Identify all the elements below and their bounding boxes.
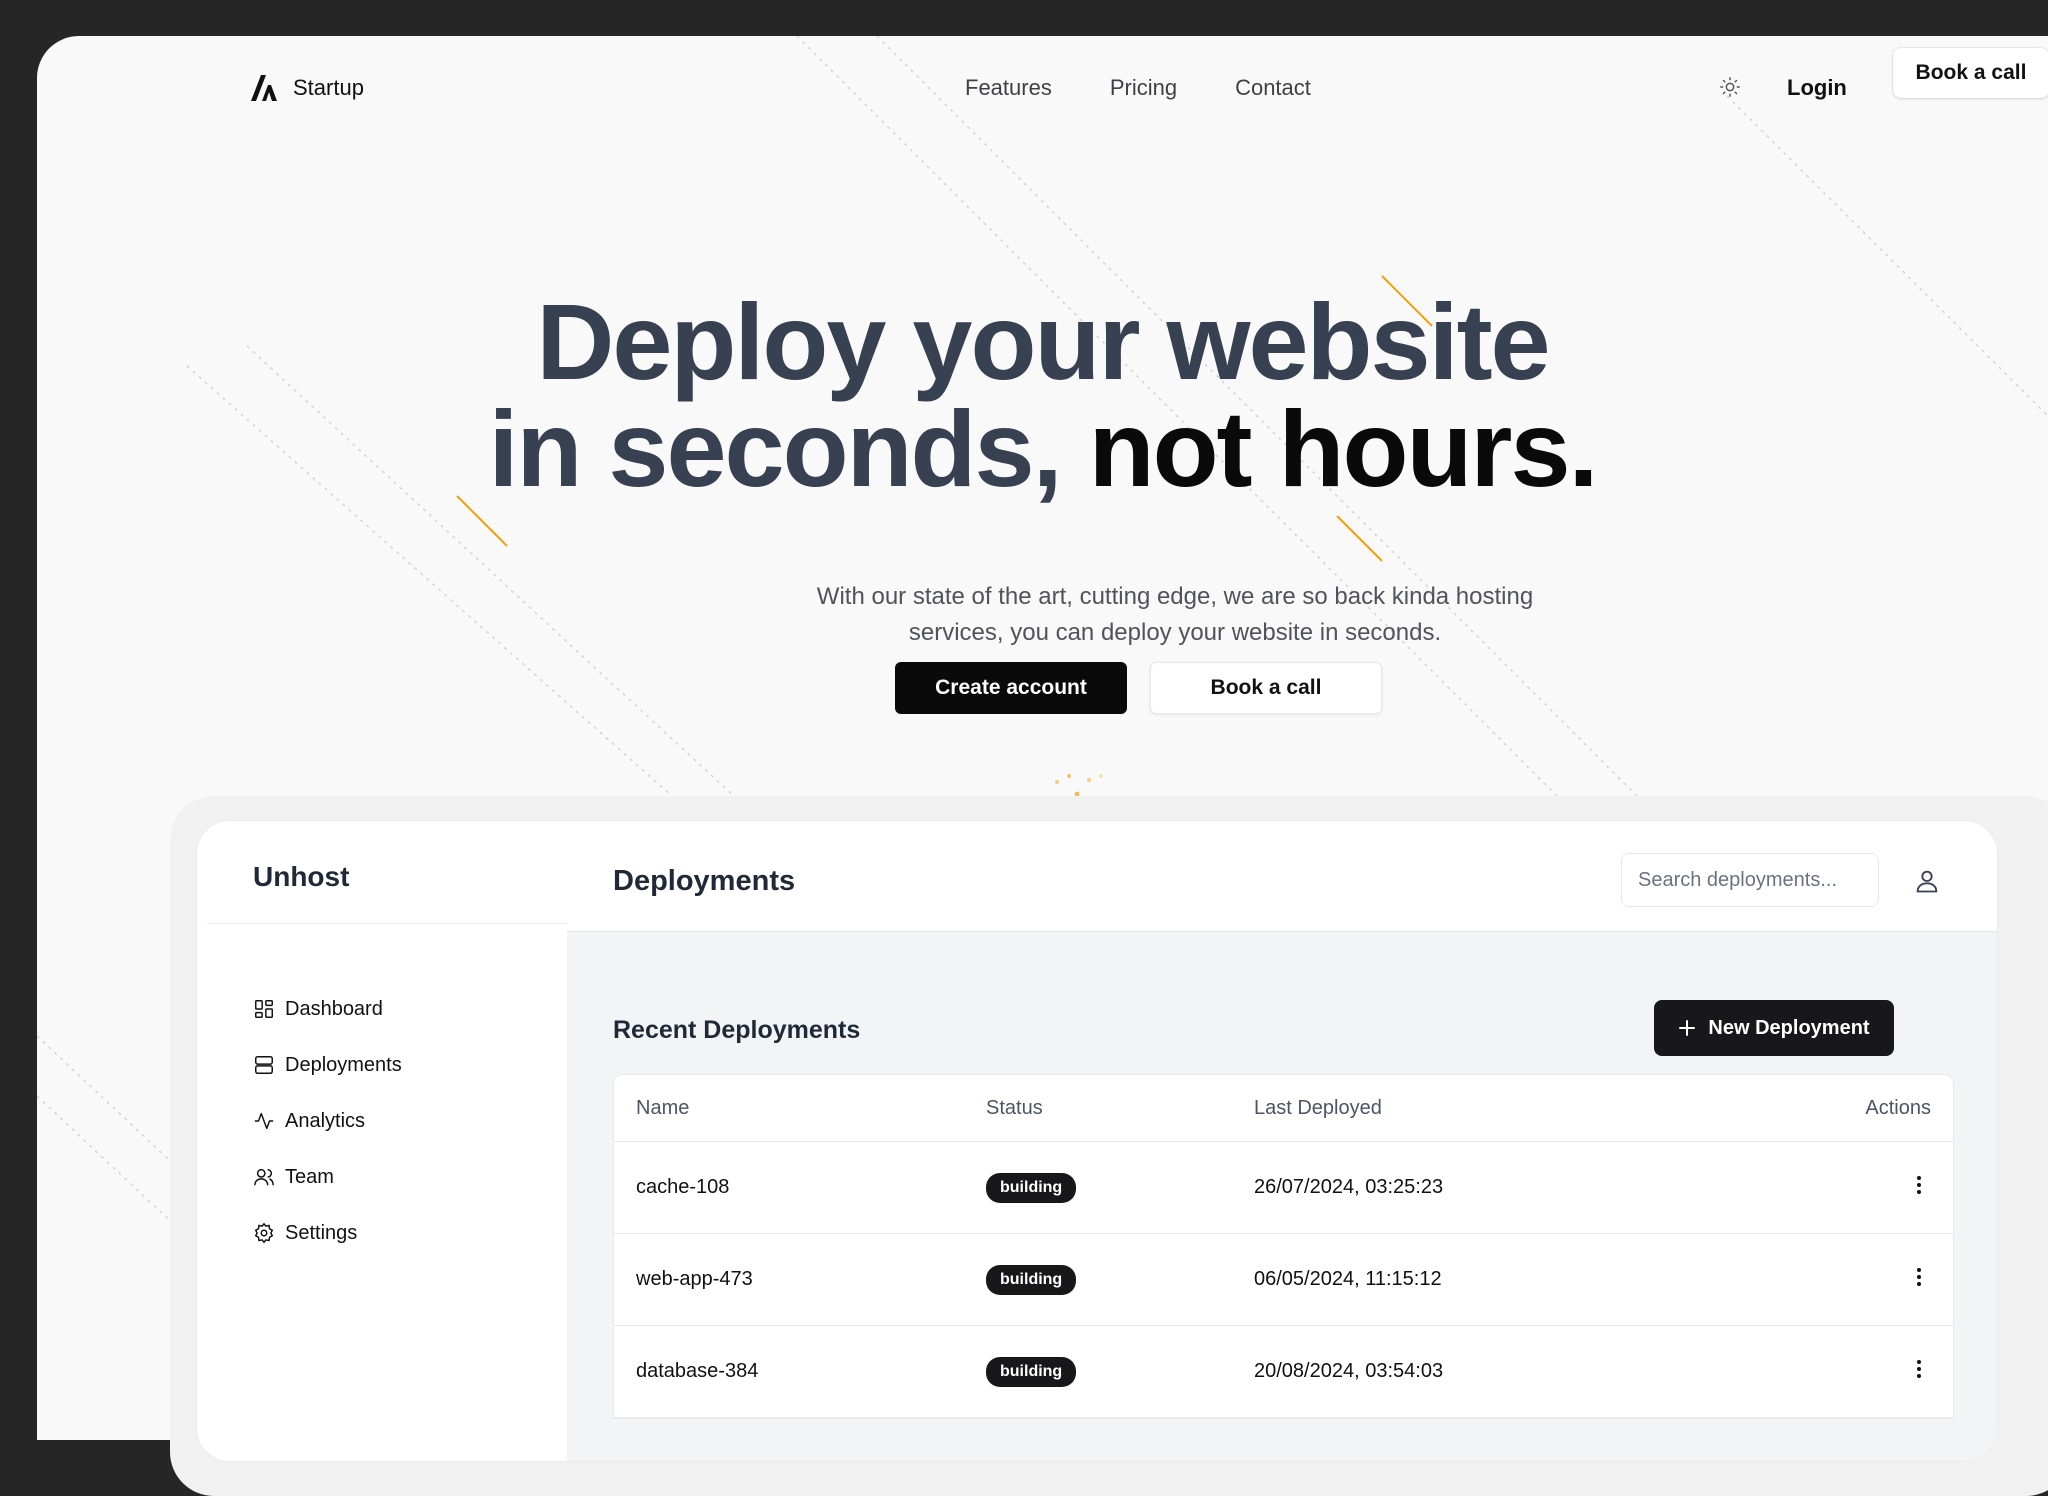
column-header-name: Name — [636, 1096, 690, 1119]
more-vertical-icon[interactable] — [1907, 1357, 1931, 1381]
deployment-date: 26/07/2024, 03:25:23 — [1254, 1176, 1444, 1198]
deployment-date: 06/05/2024, 11:15:12 — [1254, 1268, 1442, 1290]
deployment-name: database-384 — [636, 1360, 759, 1382]
sidebar-item-label: Team — [285, 1165, 334, 1188]
status-badge: building — [986, 1172, 1077, 1203]
table-row[interactable]: database-384 building 20/08/2024, 03:54:… — [614, 1326, 1953, 1418]
sidebar-item-label: Deployments — [285, 1053, 402, 1076]
sidebar-item-label: Dashboard — [285, 997, 383, 1020]
table-row[interactable]: web-app-473 building 06/05/2024, 11:15:1… — [614, 1234, 1953, 1326]
brand-name: Startup — [293, 75, 364, 100]
nav-link-features[interactable]: Features — [965, 75, 1052, 101]
nav-link-contact[interactable]: Contact — [1235, 75, 1311, 101]
new-deployment-label: New Deployment — [1708, 1016, 1870, 1039]
users-icon — [254, 1168, 274, 1186]
table-row[interactable]: cache-108 building 26/07/2024, 03:25:23 — [614, 1142, 1953, 1234]
new-deployment-button[interactable]: New Deployment — [1654, 1000, 1894, 1056]
more-vertical-icon[interactable] — [1907, 1173, 1931, 1197]
dashboard-main: Recent Deployments New Deployment Name S… — [567, 932, 1997, 1461]
sidebar-nav: Dashboard Deployments Analytics Team Set… — [253, 981, 402, 1261]
grid-icon — [255, 1000, 273, 1018]
column-header-actions: Actions — [1865, 1096, 1931, 1119]
search-input[interactable] — [1621, 853, 1879, 907]
status-badge: building — [986, 1264, 1077, 1295]
hero-subtitle: With our state of the art, cutting edge,… — [816, 583, 1534, 646]
sidebar-divider — [207, 923, 567, 924]
hero-title: Deploy your website in seconds, not hour… — [37, 288, 2048, 503]
login-link[interactable]: Login — [1787, 58, 1847, 118]
status-badge: building — [986, 1356, 1077, 1387]
create-account-button[interactable]: Create account — [895, 662, 1127, 714]
sidebar-item-dashboard[interactable]: Dashboard — [253, 981, 402, 1037]
sun-icon — [1720, 77, 1740, 97]
theme-toggle-button[interactable] — [1702, 59, 1758, 115]
hero-title-line1: Deploy your website — [536, 281, 1550, 402]
column-header-last-deployed: Last Deployed — [1254, 1096, 1382, 1119]
hero-title-line2b: not hours. — [1088, 388, 1599, 509]
nav-link-pricing[interactable]: Pricing — [1110, 75, 1177, 101]
column-header-status: Status — [986, 1096, 1043, 1119]
plus-icon — [1679, 1020, 1696, 1036]
sidebar: Unhost Dashboard Deployments Analytics T… — [207, 831, 568, 1461]
brand[interactable]: Startup — [249, 58, 364, 118]
sidebar-item-label: Settings — [285, 1221, 358, 1244]
nav-links: Features Pricing Contact — [965, 58, 1311, 118]
top-navbar: Startup Features Pricing Contact Login B… — [37, 36, 2048, 146]
dashboard-topbar: Deployments — [567, 831, 1997, 932]
more-vertical-icon[interactable] — [1907, 1265, 1931, 1289]
logo-icon — [251, 75, 277, 101]
activity-icon — [254, 1112, 274, 1130]
section-title: Recent Deployments — [613, 1016, 861, 1044]
sidebar-item-deployments[interactable]: Deployments — [253, 1037, 402, 1093]
sidebar-item-settings[interactable]: Settings — [253, 1205, 402, 1261]
deployment-name: cache-108 — [636, 1176, 730, 1198]
page-title: Deployments — [613, 865, 796, 897]
user-menu-button[interactable] — [1907, 861, 1947, 901]
gear-icon — [254, 1222, 274, 1244]
nav-book-call-button[interactable]: Book a call — [1893, 48, 2048, 98]
hero-title-line2a: in seconds, — [488, 388, 1089, 509]
deployment-date: 20/08/2024, 03:54:03 — [1254, 1360, 1444, 1382]
dashboard-preview: Unhost Dashboard Deployments Analytics T… — [196, 820, 1998, 1462]
sidebar-brand: Unhost — [253, 861, 350, 892]
sidebar-item-analytics[interactable]: Analytics — [253, 1093, 402, 1149]
book-call-button[interactable]: Book a call — [1150, 662, 1382, 714]
deployments-table: Name Status Last Deployed Actions cache-… — [613, 1074, 1954, 1419]
table-header: Name Status Last Deployed Actions — [614, 1075, 1953, 1142]
server-icon — [255, 1056, 273, 1074]
deployment-name: web-app-473 — [636, 1268, 753, 1290]
sidebar-item-label: Analytics — [285, 1109, 366, 1132]
user-icon — [1916, 870, 1938, 893]
sidebar-item-team[interactable]: Team — [253, 1149, 402, 1205]
